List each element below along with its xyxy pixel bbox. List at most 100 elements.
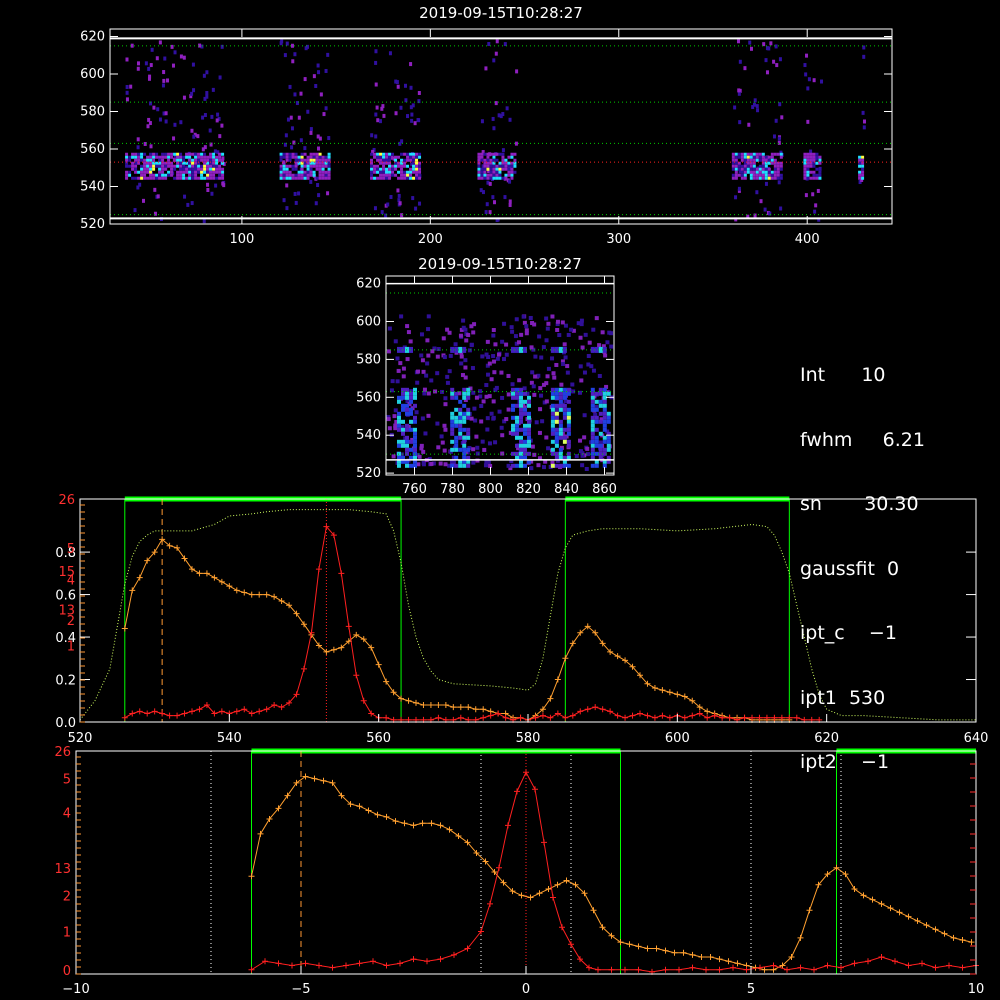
jet-pixel bbox=[409, 411, 413, 416]
noise-pixel bbox=[539, 393, 544, 398]
jet-pixel bbox=[550, 447, 555, 452]
emission-pixel bbox=[285, 167, 289, 171]
noise-pixel bbox=[504, 352, 509, 357]
jet-pixel bbox=[519, 403, 523, 408]
profile-series-0-point bbox=[450, 704, 457, 711]
profile-series-0-point bbox=[614, 653, 621, 660]
noise-pixel bbox=[480, 354, 485, 359]
emission-pixel bbox=[409, 176, 413, 180]
emission-pixel bbox=[806, 152, 810, 156]
emission-pixel bbox=[409, 155, 413, 159]
noise-pixel bbox=[778, 57, 782, 62]
velocity-series-1-point bbox=[532, 786, 538, 793]
noise-pixel bbox=[583, 332, 588, 337]
jet-pixel bbox=[527, 431, 531, 436]
noise-pixel bbox=[529, 380, 534, 385]
noise-pixel bbox=[426, 327, 431, 332]
velocity-series-0-point bbox=[914, 917, 921, 924]
emission-pixel bbox=[755, 170, 759, 174]
emission-pixel bbox=[324, 158, 328, 162]
emission-pixel bbox=[306, 170, 310, 174]
emission-pixel bbox=[164, 173, 168, 177]
noise-pixel bbox=[461, 318, 466, 323]
noise-pixel bbox=[557, 333, 562, 338]
emission-pixel bbox=[294, 155, 298, 159]
emission-pixel bbox=[212, 164, 216, 168]
noise-pixel bbox=[316, 134, 320, 139]
emission-pixel bbox=[803, 164, 807, 168]
jet-pixel bbox=[458, 423, 463, 428]
jet-pixel bbox=[519, 407, 523, 412]
emission-pixel bbox=[861, 170, 865, 174]
noise-pixel bbox=[486, 372, 491, 377]
emission-pixel bbox=[388, 176, 392, 180]
jet-pixel bbox=[566, 431, 571, 436]
emission-pixel bbox=[188, 176, 192, 180]
noise-pixel bbox=[483, 463, 488, 468]
emission-pixel bbox=[191, 152, 195, 156]
emission-pixel bbox=[218, 152, 222, 156]
noise-pixel bbox=[405, 324, 410, 329]
noise-pixel bbox=[484, 66, 488, 71]
jet-pixel bbox=[413, 419, 417, 424]
emission-pixel bbox=[492, 173, 496, 177]
noise-pixel bbox=[591, 327, 596, 332]
jet-pixel bbox=[405, 439, 409, 444]
emission-pixel bbox=[477, 176, 481, 180]
emission-pixel bbox=[809, 164, 813, 168]
jet-pixel bbox=[598, 447, 603, 452]
noise-pixel bbox=[125, 90, 129, 95]
noise-pixel bbox=[399, 314, 404, 319]
emission-pixel bbox=[477, 158, 481, 162]
noise-pixel bbox=[395, 356, 400, 361]
slitjaw-y-tick-label: 580 bbox=[356, 352, 381, 367]
noise-pixel bbox=[569, 327, 574, 332]
emission-pixel bbox=[480, 176, 484, 180]
emission-pixel bbox=[309, 155, 313, 159]
velocity-series-0-point bbox=[320, 777, 327, 784]
info-sn: sn 30.30 bbox=[800, 493, 919, 515]
spectrogram-y-tick-label: 620 bbox=[80, 30, 105, 45]
emission-pixel bbox=[137, 155, 141, 159]
emission-pixel bbox=[321, 158, 325, 162]
noise-pixel bbox=[411, 196, 415, 201]
emission-pixel bbox=[321, 167, 325, 171]
emission-pixel bbox=[806, 167, 810, 171]
emission-pixel bbox=[504, 158, 508, 162]
jet-pixel bbox=[405, 427, 409, 432]
profile-series-0-point bbox=[674, 691, 681, 698]
profile-series-1-point bbox=[495, 710, 502, 717]
emission-pixel bbox=[125, 170, 129, 174]
noise-pixel bbox=[493, 440, 498, 445]
jet-pixel bbox=[450, 439, 455, 444]
emission-pixel bbox=[504, 176, 508, 180]
noise-pixel bbox=[429, 461, 434, 466]
emission-pixel bbox=[294, 173, 298, 177]
noise-pixel bbox=[504, 417, 509, 422]
profile-series-0-point bbox=[121, 625, 128, 632]
emission-pixel bbox=[495, 164, 499, 168]
emission-pixel bbox=[406, 176, 410, 180]
emission-pixel bbox=[818, 176, 822, 180]
profile-series-0-point bbox=[472, 706, 479, 713]
noise-pixel bbox=[603, 353, 608, 358]
noise-pixel bbox=[202, 219, 206, 224]
noise-pixel bbox=[324, 68, 328, 73]
noise-pixel bbox=[778, 102, 782, 107]
noise-pixel bbox=[541, 465, 546, 470]
noise-pixel bbox=[500, 395, 505, 400]
jet-pixel bbox=[405, 391, 409, 396]
emission-pixel bbox=[480, 173, 484, 177]
emission-pixel bbox=[315, 167, 319, 171]
noise-pixel bbox=[471, 330, 476, 335]
emission-pixel bbox=[403, 170, 407, 174]
jet-pixel bbox=[550, 423, 555, 428]
emission-pixel bbox=[327, 173, 331, 177]
emission-pixel bbox=[297, 170, 301, 174]
emission-pixel bbox=[418, 173, 422, 177]
profile-series-1-point bbox=[166, 712, 173, 719]
emission-pixel bbox=[373, 164, 377, 168]
emission-pixel bbox=[752, 152, 756, 156]
jet-pixel bbox=[413, 403, 417, 408]
noise-pixel bbox=[534, 420, 539, 425]
